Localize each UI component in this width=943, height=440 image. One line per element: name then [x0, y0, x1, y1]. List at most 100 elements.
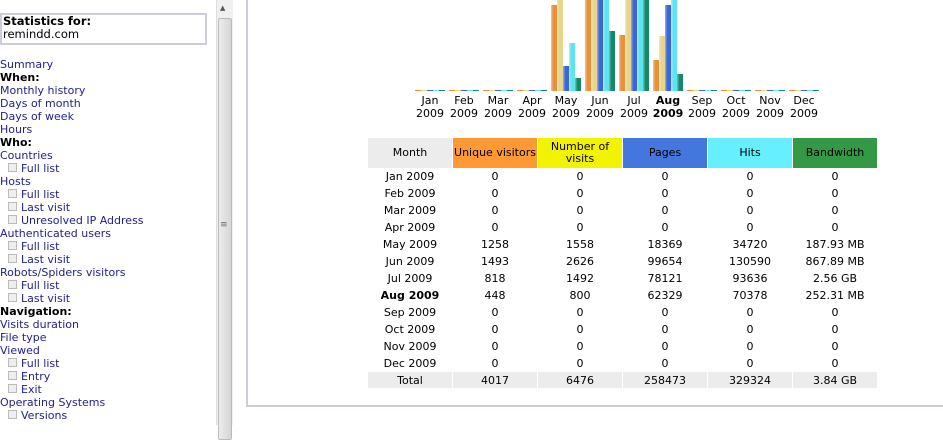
sidebar-item-label: Operating Systems	[0, 396, 106, 409]
cell-unique-visitors: 0	[491, 187, 499, 200]
cell-number-of-visits: 0	[576, 187, 584, 200]
total-number-of-visits: 6476	[538, 372, 622, 388]
sidebar-item-full-list[interactable]: Full list	[0, 357, 144, 370]
chart-label-jan: Jan 2009	[413, 94, 447, 120]
sidebar-item-visits-duration[interactable]: Visits duration	[0, 318, 144, 331]
sidebar-item-label: Authenticated users	[0, 227, 111, 240]
cell-hits: 0	[746, 323, 754, 336]
sidebar-item-last-visit[interactable]: Last visit	[0, 201, 144, 214]
sidebar-scrollbar[interactable]: ▲ ≡	[216, 0, 233, 440]
sidebar-item-unresolved-ip-address[interactable]: Unresolved IP Address	[0, 214, 144, 227]
sidebar-item-label: Full list	[21, 240, 60, 253]
cell-bandwidth: 867.89 MB	[805, 255, 865, 268]
sidebar-item-label: Exit	[21, 383, 42, 396]
bar-bandwidth_mb-dec	[813, 90, 819, 91]
month-label: Feb	[454, 94, 474, 107]
sidebar-item-file-type[interactable]: File type	[0, 331, 144, 344]
cell-bandwidth: 0	[831, 221, 839, 234]
cell-bandwidth: 0	[831, 340, 839, 353]
year-label: 2009	[484, 107, 512, 120]
chart-label-feb: Feb 2009	[447, 94, 481, 120]
cell-pages: 0	[661, 340, 669, 353]
cell-pages: 0	[661, 221, 669, 234]
cell-number-of-visits: 0	[576, 170, 584, 183]
month-label: Mar	[487, 94, 509, 107]
bar-bandwidth_mb-jan	[439, 90, 445, 91]
cell-unique-visitors: 0	[491, 306, 499, 319]
sidebar-menu: Summary When: Monthly history Days of month…	[0, 58, 144, 422]
chart-label-apr: Apr 2009	[515, 94, 549, 120]
sidebar-item-label: File type	[0, 331, 47, 344]
sidebar-item-label: Monthly history	[0, 84, 86, 97]
sidebar-item-label: Last visit	[21, 253, 71, 266]
cell-month: Feb 2009	[384, 187, 436, 200]
sidebar-item-label: Hosts	[0, 175, 31, 188]
sidebar-item-exit[interactable]: Exit	[0, 383, 144, 396]
cell-unique-visitors: 1258	[481, 238, 509, 251]
sidebar-item-full-list[interactable]: Full list	[0, 240, 144, 253]
cell-number-of-visits: 0	[576, 204, 584, 217]
sidebar-item-navigation: Navigation:	[0, 305, 144, 318]
sidebar-item-hours[interactable]: Hours	[0, 123, 144, 136]
cell-hits: 0	[746, 204, 754, 217]
sidebar-item-days-of-month[interactable]: Days of month	[0, 97, 144, 110]
year-label: 2009	[652, 107, 684, 120]
table-row: Apr 2009 0 0 0 0 0	[368, 219, 877, 236]
cell-hits: 0	[746, 187, 754, 200]
cell-number-of-visits: 1492	[566, 272, 594, 285]
sidebar-item-full-list[interactable]: Full list	[0, 162, 144, 175]
sidebar-item-full-list[interactable]: Full list	[0, 188, 144, 201]
sidebar-item-authenticated-users[interactable]: Authenticated users	[0, 227, 144, 240]
sub-item-icon	[8, 280, 17, 289]
month-label: Dec	[793, 94, 815, 107]
total-month: Total	[368, 372, 452, 388]
sidebar-item-operating-systems[interactable]: Operating Systems	[0, 396, 144, 409]
sidebar-item-last-visit[interactable]: Last visit	[0, 253, 144, 266]
sidebar-item-last-visit[interactable]: Last visit	[0, 292, 144, 305]
table-row: Jul 2009 818 1492 78121 93636 2.56 GB	[368, 270, 877, 287]
cell-pages: 78121	[647, 272, 683, 285]
sidebar-item-hosts[interactable]: Hosts	[0, 175, 144, 188]
cell-hits: 0	[746, 357, 754, 370]
total-hits: 329324	[708, 372, 792, 388]
sidebar-item-monthly-history[interactable]: Monthly history	[0, 84, 144, 97]
bar-bandwidth_mb-jun	[609, 31, 615, 91]
table-header-row: Month Unique visitors Number of visits Page…	[368, 138, 877, 168]
sidebar-item-full-list[interactable]: Full list	[0, 279, 144, 292]
sidebar-item-countries[interactable]: Countries	[0, 149, 144, 162]
scroll-up-arrow-icon[interactable]: ▲	[220, 4, 225, 12]
sidebar-item-label: Full list	[21, 279, 60, 292]
cell-bandwidth: 0	[831, 204, 839, 217]
cell-hits: 34720	[732, 238, 768, 251]
sub-item-icon	[8, 189, 17, 198]
table-row: Oct 2009 0 0 0 0 0	[368, 321, 877, 338]
header-hits: Hits	[708, 138, 792, 168]
bar-bandwidth_mb-sep	[711, 90, 717, 91]
sidebar-item-entry[interactable]: Entry	[0, 370, 144, 383]
chart-label-oct: Oct 2009	[719, 94, 753, 120]
cell-unique-visitors: 0	[491, 204, 499, 217]
sidebar-item-label: Summary	[0, 58, 54, 71]
cell-unique-visitors: 818	[484, 272, 506, 285]
sidebar-item-who: Who:	[0, 136, 144, 149]
cell-hits: 0	[746, 221, 754, 234]
cell-pages: 99654	[647, 255, 683, 268]
cell-number-of-visits: 2626	[566, 255, 594, 268]
month-label: Jan	[421, 94, 439, 107]
chart-label-dec: Dec 2009	[787, 94, 821, 120]
cell-hits: 0	[746, 340, 754, 353]
sidebar-item-viewed[interactable]: Viewed	[0, 344, 144, 357]
cell-number-of-visits: 0	[576, 357, 584, 370]
sub-item-icon	[8, 215, 17, 224]
cell-unique-visitors: 0	[491, 357, 499, 370]
sidebar-item-days-of-week[interactable]: Days of week	[0, 110, 144, 123]
sidebar-item-label: Full list	[21, 357, 60, 370]
sidebar-item-summary[interactable]: Summary	[0, 58, 144, 71]
sidebar-item-versions[interactable]: Versions	[0, 409, 144, 422]
monthly-history-table: Month Unique visitors Number of visits Page…	[367, 138, 878, 388]
chart-label-nov: Nov 2009	[753, 94, 787, 120]
sidebar-item-label: Viewed	[0, 344, 40, 357]
sidebar-item-robots-spiders-visitors[interactable]: Robots/Spiders visitors	[0, 266, 144, 279]
sidebar-item-label: Who:	[0, 136, 32, 149]
year-label: 2009	[722, 107, 750, 120]
